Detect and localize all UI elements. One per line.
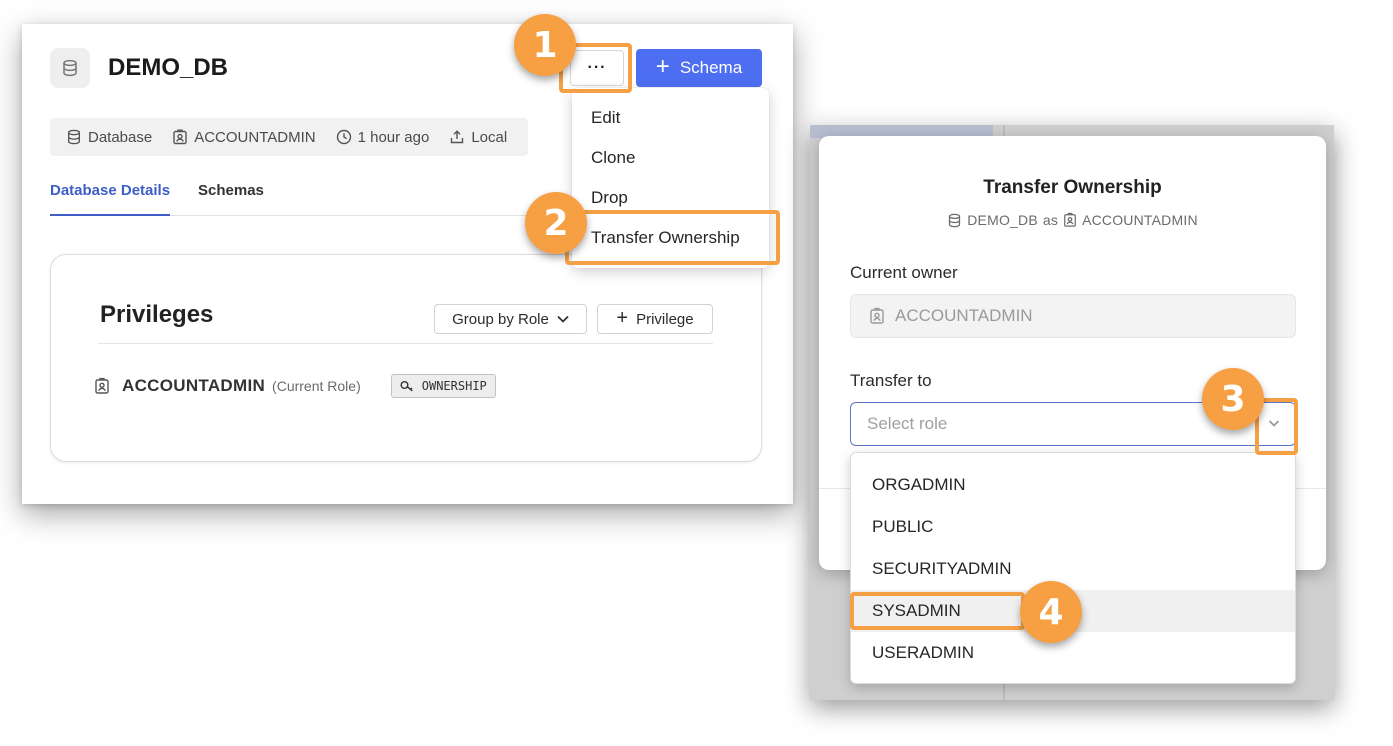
clock-icon: [336, 129, 351, 145]
add-privilege-button[interactable]: + Privilege: [597, 304, 713, 334]
role-badge-icon: [173, 129, 187, 145]
transfer-to-label: Transfer to: [850, 371, 932, 390]
meta-owner: ACCOUNTADMIN: [172, 128, 316, 146]
meta-source-label: Local: [471, 128, 508, 146]
menu-item-drop[interactable]: Drop: [591, 188, 628, 208]
add-schema-button[interactable]: + Schema: [636, 49, 762, 87]
role-option-useradmin[interactable]: USERADMIN: [851, 632, 1295, 674]
privileges-title: Privileges: [100, 301, 214, 328]
subtitle-db: DEMO_DB: [967, 212, 1038, 228]
key-icon: [400, 381, 413, 392]
ownership-label: OWNERSHIP: [421, 379, 487, 393]
add-schema-label: Schema: [679, 58, 743, 77]
upload-icon: [451, 130, 464, 144]
role-option-orgadmin[interactable]: ORGADMIN: [851, 464, 1295, 506]
role-options-list: ORGADMIN PUBLIC SECURITYADMIN SYSADMIN U…: [850, 452, 1296, 684]
chevron-down-icon: [557, 315, 569, 323]
add-privilege-label: Privilege: [636, 310, 694, 328]
subtitle-as: as: [1042, 212, 1059, 228]
dialog-subtitle: DEMO_DB as ACCOUNTADMIN: [819, 212, 1326, 228]
page-title: DEMO_DB: [108, 54, 229, 81]
group-by-role-dropdown[interactable]: Group by Role: [434, 304, 587, 334]
meta-type-label: Database: [88, 128, 153, 146]
role-badge-icon: [870, 307, 884, 324]
role-select-placeholder: Select role: [867, 414, 948, 433]
current-owner-label: Current owner: [850, 263, 958, 282]
role-badge-icon: [1064, 212, 1076, 227]
role-option-securityadmin[interactable]: SECURITYADMIN: [851, 548, 1295, 590]
role-badge-icon: [95, 377, 109, 394]
meta-time-label: 1 hour ago: [357, 128, 430, 146]
database-meta-bar: Database ACCOUNTADMIN 1 hour ago Local: [50, 118, 528, 156]
ownership-badge: OWNERSHIP: [390, 374, 496, 398]
current-owner-field: ACCOUNTADMIN: [850, 294, 1296, 338]
step-2-badge: 2: [525, 192, 587, 254]
plus-icon: +: [655, 53, 670, 80]
highlight-transfer-ownership: [565, 210, 780, 265]
privileges-card: Privileges Group by Role + Privilege ACC…: [50, 254, 762, 462]
menu-item-edit[interactable]: Edit: [591, 108, 620, 128]
current-owner-value: ACCOUNTADMIN: [895, 306, 1033, 325]
meta-owner-label: ACCOUNTADMIN: [194, 128, 316, 146]
plus-icon: +: [616, 307, 629, 329]
tab-database-details[interactable]: Database Details: [50, 182, 171, 216]
divider: [98, 343, 713, 344]
step-1-badge: 1: [514, 14, 576, 76]
dialog-title: Transfer Ownership: [983, 177, 1162, 198]
role-option-public[interactable]: PUBLIC: [851, 506, 1295, 548]
tab-schemas[interactable]: Schemas: [198, 182, 264, 216]
privilege-role-name: ACCOUNTADMIN: [122, 376, 266, 395]
meta-type: Database: [66, 129, 152, 146]
database-icon: [50, 48, 90, 88]
privilege-row: ACCOUNTADMIN (Current Role) OWNERSHIP: [94, 373, 496, 399]
subtitle-role: ACCOUNTADMIN: [1082, 212, 1198, 228]
menu-item-clone[interactable]: Clone: [591, 148, 635, 168]
step-3-badge: 3: [1202, 368, 1264, 430]
step-4-badge: 4: [1020, 581, 1082, 643]
database-icon: [949, 213, 961, 227]
meta-source: Local: [449, 129, 507, 146]
meta-time: 1 hour ago: [336, 128, 430, 146]
highlight-sysadmin: [850, 592, 1025, 630]
database-icon: [68, 129, 80, 145]
group-by-label: Group by Role: [452, 310, 549, 328]
current-role-note: (Current Role): [272, 378, 361, 394]
